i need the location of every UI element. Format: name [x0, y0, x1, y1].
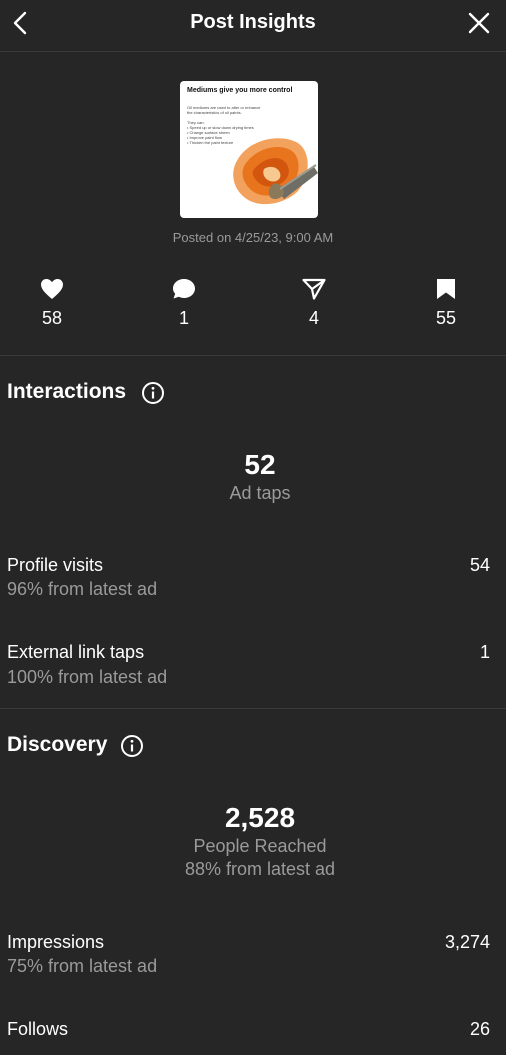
- discovery-title: Discovery: [7, 733, 108, 756]
- people-reached-label: People Reached: [193, 836, 327, 856]
- profile-visits-sub: 96% from latest ad: [7, 579, 158, 599]
- ad-taps-summary: 52 Ad taps: [0, 449, 506, 504]
- follows-value: 26: [469, 1019, 490, 1039]
- shares-stat: 4: [284, 278, 344, 329]
- likes-count: 58: [41, 308, 63, 328]
- profile-visits-value: 54: [469, 555, 490, 575]
- close-icon[interactable]: [466, 10, 492, 36]
- people-reached-sub: 88% from latest ad: [184, 859, 336, 879]
- likes-stat: 58: [22, 278, 82, 329]
- saves-stat: 55: [416, 278, 476, 329]
- header: Post Insights: [0, 0, 506, 52]
- comment-icon: [173, 279, 195, 299]
- bookmark-icon: [437, 279, 455, 299]
- external-link-taps-sub: 100% from latest ad: [7, 667, 168, 687]
- external-link-taps-label: External link taps: [7, 642, 145, 662]
- page-title: Post Insights: [190, 11, 316, 33]
- impressions-sub: 75% from latest ad: [7, 956, 158, 976]
- impressions-label: Impressions: [7, 932, 105, 952]
- divider: [0, 708, 506, 709]
- interactions-title: Interactions: [7, 380, 127, 403]
- post-thumbnail[interactable]: Mediums give you more control Oil medium…: [180, 81, 318, 218]
- comments-count: 1: [178, 308, 189, 328]
- people-reached-value: 2,528: [224, 802, 296, 833]
- interactions-info-icon[interactable]: [141, 381, 165, 405]
- divider: [0, 355, 506, 356]
- ad-taps-label: Ad taps: [229, 483, 291, 503]
- follows-label: Follows: [7, 1019, 69, 1039]
- ad-taps-value: 52: [244, 449, 276, 480]
- discovery-info-icon[interactable]: [120, 734, 144, 758]
- impressions-value: 3,274: [444, 932, 490, 952]
- saves-count: 55: [435, 308, 457, 328]
- external-link-taps-value: 1: [479, 642, 490, 662]
- profile-visits-label: Profile visits: [7, 555, 104, 575]
- posted-date: Posted on 4/25/23, 9:00 AM: [172, 230, 334, 245]
- heart-icon: [41, 279, 63, 299]
- shares-count: 4: [308, 308, 319, 328]
- people-reached-summary: 2,528 People Reached 88% from latest ad: [0, 802, 506, 880]
- comments-stat: 1: [154, 278, 214, 329]
- share-icon: [302, 278, 326, 300]
- paint-brush-illustration: [233, 138, 318, 205]
